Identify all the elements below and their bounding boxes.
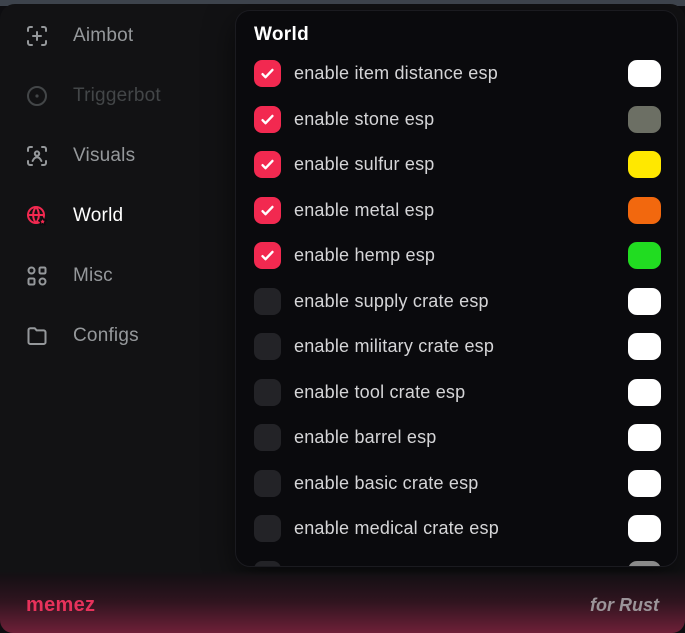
sidebar-item-configs[interactable]: Configs (0, 306, 235, 366)
esp-checkbox[interactable] (254, 333, 281, 360)
esp-setting-label: enable hemp esp (294, 245, 435, 266)
esp-checkbox[interactable] (254, 379, 281, 406)
esp-checkbox[interactable] (254, 424, 281, 451)
esp-color-swatch[interactable] (628, 470, 661, 497)
esp-checkbox[interactable] (254, 470, 281, 497)
sidebar-item-label: Aimbot (73, 25, 133, 47)
esp-checkbox[interactable] (254, 561, 281, 567)
esp-color-swatch[interactable] (628, 151, 661, 178)
sidebar-item-label: Configs (73, 325, 139, 347)
sidebar-item-misc[interactable]: Misc (0, 246, 235, 306)
esp-setting-label: enable tool crate esp (294, 382, 465, 403)
footer: memez for Rust (0, 571, 685, 633)
sidebar-item-label: Triggerbot (73, 85, 161, 107)
esp-setting-label: enable metal esp (294, 200, 434, 221)
esp-setting-row: enable item distance esp (254, 51, 661, 97)
esp-settings-list: enable item distance esp enable stone es… (254, 51, 661, 567)
checkmark-icon (259, 65, 276, 82)
esp-setting-label: enable sulfur esp (294, 154, 435, 175)
esp-checkbox[interactable] (254, 515, 281, 542)
esp-color-swatch[interactable] (628, 106, 661, 133)
esp-color-swatch[interactable] (628, 60, 661, 87)
checkmark-icon (259, 247, 276, 264)
menu-window: Aimbot Triggerbot Visuals (0, 4, 685, 633)
esp-checkbox[interactable] (254, 151, 281, 178)
esp-setting-row: enable barrel esp (254, 415, 661, 461)
esp-setting-label: enable supply crate esp (294, 291, 489, 312)
checkmark-icon (259, 156, 276, 173)
esp-checkbox[interactable] (254, 60, 281, 87)
footer-tagline: for Rust (590, 595, 659, 616)
esp-color-swatch[interactable] (628, 242, 661, 269)
esp-color-swatch[interactable] (628, 288, 661, 315)
esp-checkbox[interactable] (254, 242, 281, 269)
checkmark-icon (259, 111, 276, 128)
esp-setting-row: enable basic crate esp (254, 461, 661, 507)
visuals-scan-person-icon (25, 144, 49, 168)
esp-setting-label: enable medical crate esp (294, 518, 499, 539)
esp-setting-label: enable barrel esp (294, 427, 437, 448)
esp-setting-row: enable stone esp (254, 97, 661, 143)
esp-setting-row: enable military crate esp (254, 324, 661, 370)
esp-setting-row: enable medical crate esp (254, 506, 661, 552)
world-globe-icon (25, 204, 49, 228)
sidebar-item-triggerbot[interactable]: Triggerbot (0, 66, 235, 126)
panel-title: World (254, 24, 661, 46)
esp-color-swatch[interactable] (628, 561, 661, 567)
aimbot-scan-icon (25, 24, 49, 48)
world-panel: World enable item distance esp (235, 10, 678, 567)
esp-setting-label: enable basic crate esp (294, 473, 479, 494)
esp-checkbox[interactable] (254, 106, 281, 133)
esp-color-swatch[interactable] (628, 424, 661, 451)
brand-name: memez (26, 594, 95, 617)
esp-setting-row: enable metal esp (254, 188, 661, 234)
esp-checkbox[interactable] (254, 288, 281, 315)
esp-color-swatch[interactable] (628, 333, 661, 360)
esp-color-swatch[interactable] (628, 515, 661, 542)
misc-shapes-icon (25, 264, 49, 288)
esp-color-swatch[interactable] (628, 197, 661, 224)
sidebar-item-label: World (73, 205, 123, 227)
esp-setting-row: enable sulfur esp (254, 142, 661, 188)
esp-setting-label: enable military crate esp (294, 336, 494, 357)
esp-setting-row: enable supply crate esp (254, 279, 661, 325)
esp-color-swatch[interactable] (628, 379, 661, 406)
triggerbot-circle-icon (25, 84, 49, 108)
sidebar: Aimbot Triggerbot Visuals (0, 6, 235, 366)
esp-setting-row: enable tool crate esp (254, 370, 661, 416)
sidebar-item-world[interactable]: World (0, 186, 235, 246)
sidebar-item-label: Visuals (73, 145, 135, 167)
configs-folder-icon (25, 324, 49, 348)
esp-checkbox[interactable] (254, 197, 281, 224)
sidebar-item-visuals[interactable]: Visuals (0, 126, 235, 186)
esp-setting-label: enable stone esp (294, 109, 434, 130)
esp-setting-label: enable item distance esp (294, 63, 498, 84)
checkmark-icon (259, 202, 276, 219)
sidebar-item-aimbot[interactable]: Aimbot (0, 6, 235, 66)
esp-setting-row (254, 552, 661, 568)
sidebar-item-label: Misc (73, 265, 113, 287)
esp-setting-row: enable hemp esp (254, 233, 661, 279)
